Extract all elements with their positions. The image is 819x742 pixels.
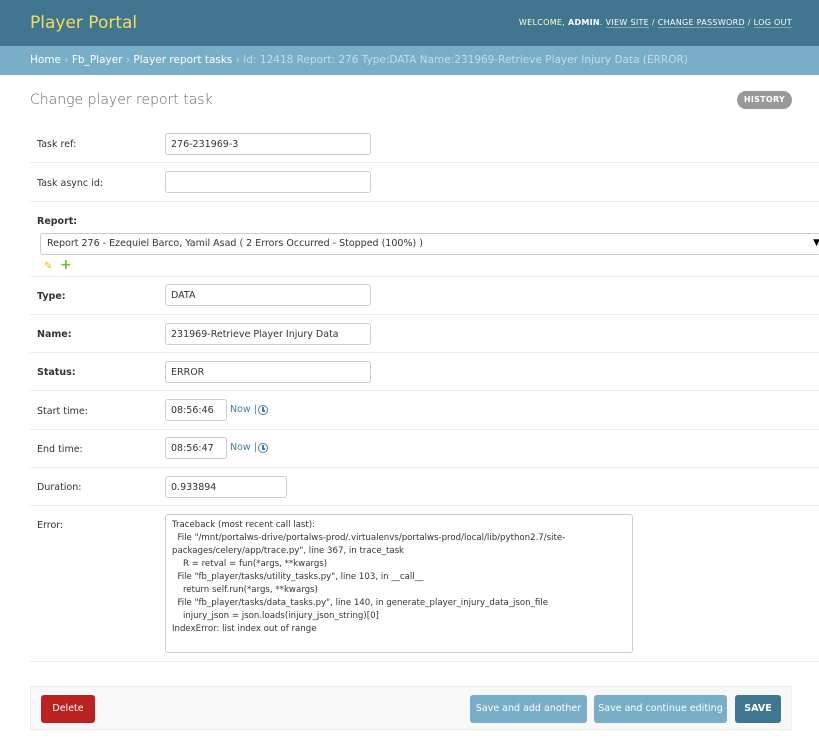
site-brand[interactable]: Player Portal <box>30 13 137 33</box>
form-row-error: Error: Traceback (most recent call last)… <box>30 514 819 662</box>
chevron-down-icon: ▼ <box>813 238 819 248</box>
save-button[interactable]: SAVE <box>735 695 781 723</box>
clock-icon[interactable] <box>258 405 268 415</box>
form-row-report: Report: Report 276 - Ezequiel Barco, Yam… <box>30 202 819 277</box>
type-label: Type: <box>37 291 66 302</box>
end-time-label: End time: <box>37 444 83 455</box>
separator: / <box>744 18 754 27</box>
error-textarea[interactable]: Traceback (most recent call last): File … <box>165 514 633 653</box>
task-ref-label: Task ref: <box>37 139 77 150</box>
error-label: Error: <box>37 520 64 531</box>
save-and-add-another-button[interactable]: Save and add another <box>470 695 587 723</box>
status-label: Status: <box>37 367 76 378</box>
start-time-input[interactable] <box>165 399 227 421</box>
view-site-link[interactable]: View site <box>605 18 650 28</box>
form-row-type: Type: <box>30 277 819 315</box>
report-select-value: Report 276 - Ezequiel Barco, Yamil Asad … <box>47 238 423 249</box>
name-input[interactable] <box>165 323 371 345</box>
breadcrumb-separator: › <box>61 54 72 66</box>
breadcrumb-separator: › <box>122 54 134 66</box>
breadcrumb-separator: › <box>232 54 244 66</box>
type-input[interactable] <box>165 284 371 306</box>
task-ref-input[interactable] <box>165 133 371 155</box>
user-tools: Welcome, admin. View site / Change passw… <box>518 18 792 28</box>
start-time-now-link[interactable]: Now | <box>230 404 257 415</box>
username: admin <box>567 18 600 27</box>
breadcrumb-model[interactable]: Player report tasks <box>133 54 232 66</box>
log-out-link[interactable]: Log out <box>753 18 792 28</box>
breadcrumb-current: Id: 12418 Report: 276 Type:DATA Name:231… <box>243 54 688 66</box>
welcome-text: Welcome, <box>518 18 566 27</box>
change-password-link[interactable]: Change password <box>657 18 745 28</box>
end-time-input[interactable] <box>165 437 227 459</box>
breadcrumb-home[interactable]: Home <box>30 54 61 66</box>
submit-row: Delete Save and add another Save and con… <box>30 686 792 730</box>
breadcrumb-app[interactable]: Fb_Player <box>72 54 123 66</box>
form-row-end-time: End time: Now | <box>30 430 819 468</box>
end-time-now-link[interactable]: Now | <box>230 442 257 453</box>
page-title: Change player report task <box>30 92 213 108</box>
separator: . <box>599 18 606 27</box>
form-row-duration: Duration: <box>30 468 819 506</box>
separator: / <box>649 18 658 27</box>
form-row-name: Name: <box>30 315 819 353</box>
clock-icon[interactable] <box>258 443 268 453</box>
report-select[interactable]: Report 276 - Ezequiel Barco, Yamil Asad … <box>40 233 819 255</box>
header: Player Portal Welcome, admin. View site … <box>0 0 819 46</box>
save-and-continue-button[interactable]: Save and continue editing <box>594 695 727 723</box>
status-input[interactable] <box>165 361 371 383</box>
task-async-id-input[interactable] <box>165 171 371 193</box>
breadcrumb: Home › Fb_Player › Player report tasks ›… <box>0 46 819 75</box>
delete-button[interactable]: Delete <box>41 695 95 723</box>
form-row-task-async-id: Task async id: <box>30 163 819 202</box>
form-row-status: Status: <box>30 353 819 391</box>
plus-icon[interactable]: + <box>60 257 72 273</box>
start-time-label: Start time: <box>37 406 88 417</box>
report-label: Report: <box>37 216 78 227</box>
pencil-icon[interactable]: ✎ <box>44 261 52 272</box>
history-button[interactable]: HISTORY <box>737 91 792 109</box>
duration-label: Duration: <box>37 482 82 493</box>
task-async-id-label: Task async id: <box>37 178 104 189</box>
name-label: Name: <box>37 329 72 340</box>
duration-input[interactable] <box>165 476 287 498</box>
form-row-start-time: Start time: Now | <box>30 391 819 430</box>
form-row-task-ref: Task ref: <box>30 125 819 163</box>
